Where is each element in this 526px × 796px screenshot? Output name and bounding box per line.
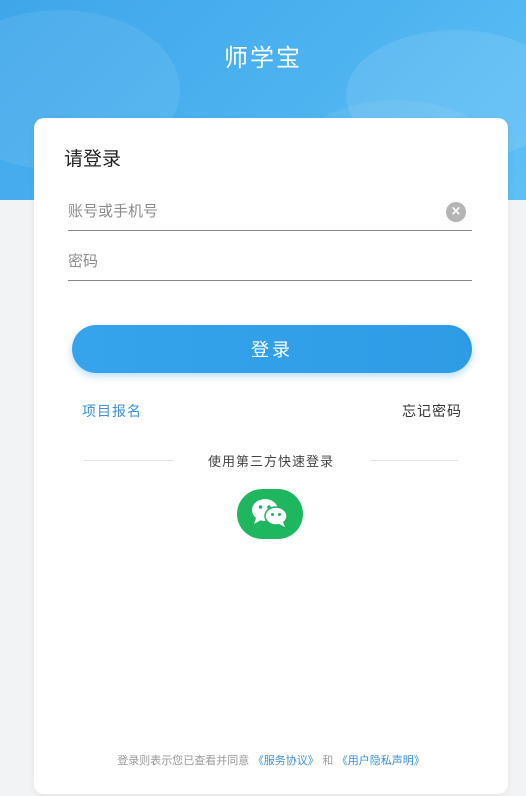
privacy-link[interactable]: 《用户隐私声明》: [337, 754, 425, 767]
login-card: 请登录 × 登录 项目报名 忘记密码 使用第三方快速登录 登录则表示您已查看并同…: [34, 118, 508, 794]
account-field: ×: [68, 196, 472, 231]
register-link[interactable]: 项目报名: [82, 401, 142, 421]
divider-line: [370, 460, 458, 461]
password-field: [68, 246, 472, 281]
login-button[interactable]: 登录: [72, 325, 472, 373]
clear-icon[interactable]: ×: [446, 202, 466, 222]
password-input[interactable]: [68, 246, 428, 276]
login-heading: 请登录: [64, 148, 122, 170]
forgot-password-link[interactable]: 忘记密码: [402, 401, 462, 421]
account-input[interactable]: [68, 196, 428, 226]
wechat-icon: [252, 499, 288, 527]
agreement-prefix: 登录则表示您已查看并同意: [117, 754, 250, 767]
third-party-divider: 使用第三方快速登录: [84, 451, 458, 471]
agreement-text: 登录则表示您已查看并同意 《服务协议》 和 《用户隐私声明》: [34, 752, 508, 768]
app-title: 师学宝: [224, 44, 302, 72]
terms-link[interactable]: 《服务协议》: [253, 754, 319, 767]
agreement-connector: 和: [322, 754, 334, 767]
wechat-login-button[interactable]: [237, 489, 303, 539]
